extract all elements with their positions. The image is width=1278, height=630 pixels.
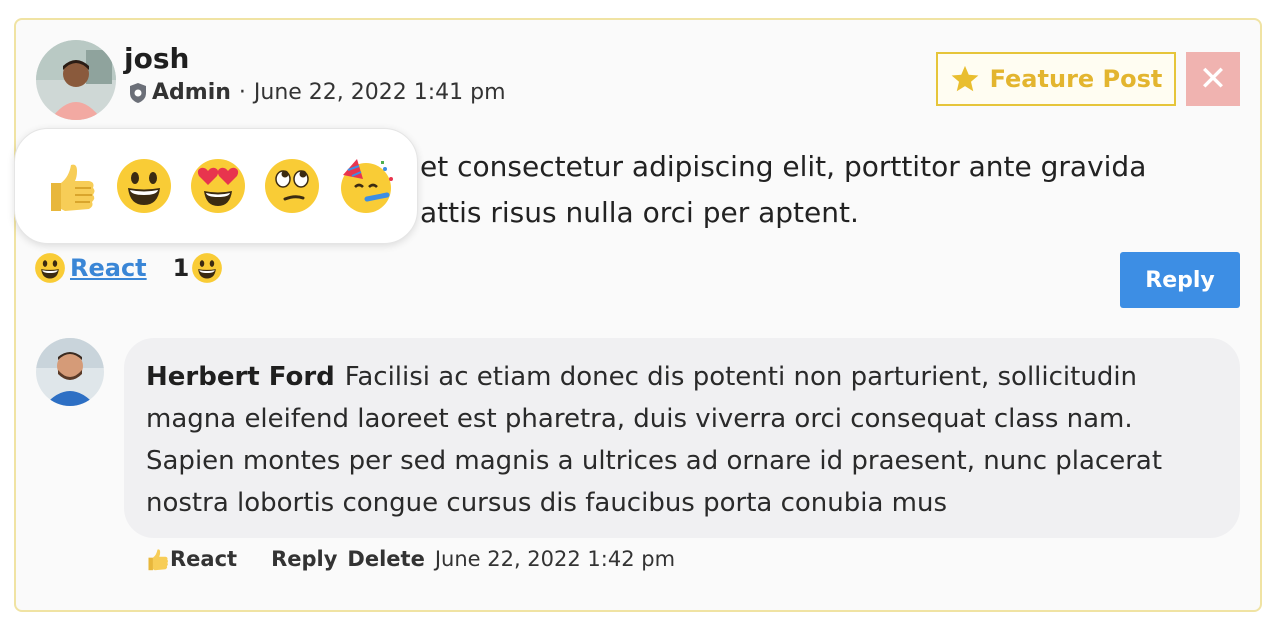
author-name[interactable]: josh (124, 42, 189, 75)
comment-react-button[interactable]: React (170, 547, 237, 571)
grinning-face-icon[interactable] (113, 155, 175, 217)
thumbs-up-icon (148, 549, 168, 571)
party-face-icon[interactable] (335, 155, 397, 217)
heart-eyes-icon[interactable] (187, 155, 249, 217)
reaction-count[interactable]: 1 (173, 254, 190, 282)
thumbs-up-icon[interactable] (39, 155, 101, 217)
commenter-name[interactable]: Herbert Ford (146, 362, 335, 392)
post-meta: Admin · June 22, 2022 1:41 pm (128, 80, 506, 105)
shield-icon (130, 82, 146, 103)
post-react-row: React 1 (34, 252, 223, 284)
reply-button[interactable]: Reply (1120, 252, 1240, 308)
comment-timestamp: June 22, 2022 1:42 pm (434, 547, 676, 571)
grinning-face-icon (35, 253, 65, 283)
commenter-avatar[interactable] (36, 338, 104, 406)
comment-reply-button[interactable]: Reply (271, 547, 337, 571)
comment-bubble: Herbert Ford Facilisi ac etiam donec dis … (124, 338, 1240, 538)
comment-actions: React Reply Delete June 22, 2022 1:42 pm (144, 546, 675, 572)
reaction-picker (14, 128, 418, 244)
comment-delete-button[interactable]: Delete (347, 547, 424, 571)
close-button[interactable]: ✕ (1186, 52, 1240, 106)
author-avatar[interactable] (36, 40, 116, 120)
rolling-eyes-icon[interactable] (261, 155, 323, 217)
close-icon: ✕ (1198, 59, 1228, 99)
meta-separator: · (238, 80, 246, 105)
post-timestamp: June 22, 2022 1:41 pm (253, 80, 506, 105)
star-icon (951, 65, 978, 92)
role-badge: Admin (152, 80, 231, 105)
react-link[interactable]: React (70, 254, 147, 282)
grinning-face-icon (192, 253, 223, 283)
feature-post-button[interactable]: Feature Post (936, 52, 1176, 106)
feature-post-label: Feature Post (989, 65, 1163, 93)
